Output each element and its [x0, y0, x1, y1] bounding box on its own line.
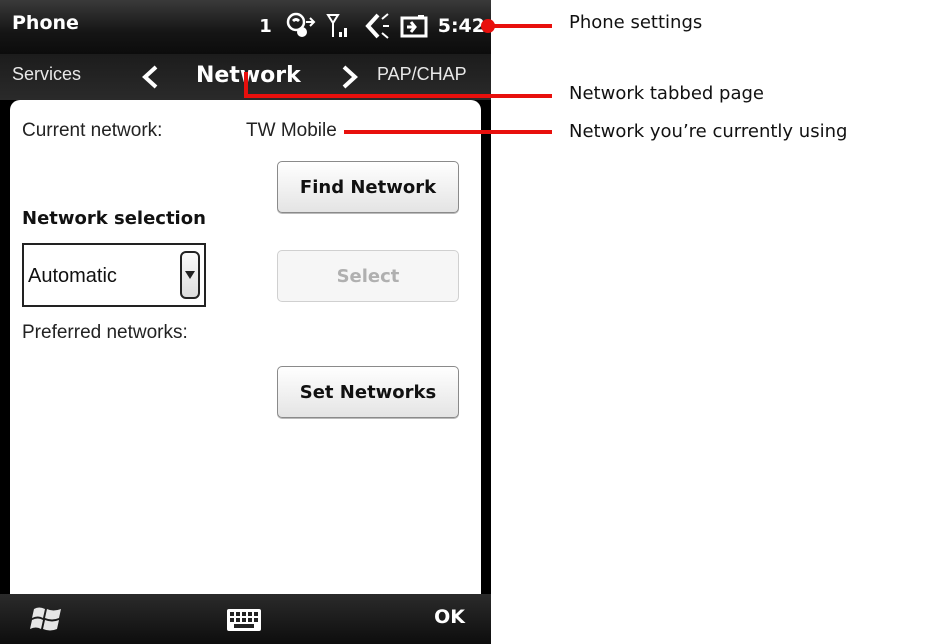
callout-network-tab: Network tabbed page: [569, 83, 764, 104]
app-title: Phone: [12, 12, 79, 34]
clock: 5:42: [437, 15, 485, 37]
tab-pap-chap[interactable]: PAP/CHAP: [377, 64, 467, 85]
ok-button[interactable]: OK: [434, 606, 465, 628]
current-network-label: Current network:: [22, 120, 163, 141]
select-button[interactable]: Select: [277, 250, 459, 302]
dropdown-arrow-icon[interactable]: [180, 251, 200, 299]
phone-forward-icon: [286, 12, 316, 40]
tab-network[interactable]: Network: [196, 63, 301, 88]
callout-line-current-network: [344, 130, 552, 134]
callout-line-network-tab: [244, 94, 552, 98]
softkey-bar: OK: [0, 594, 491, 644]
callout-line-phone-settings: [488, 24, 552, 28]
callout-current-network: Network you’re currently using: [569, 121, 848, 142]
network-selection-heading: Network selection: [22, 208, 206, 229]
chevron-right-icon[interactable]: [340, 64, 360, 94]
callout-line-network-tab-vertical: [244, 72, 248, 96]
status-bar[interactable]: Phone 1 5:42: [0, 0, 491, 54]
volume-icon: [362, 12, 390, 40]
find-network-button[interactable]: Find Network: [277, 161, 459, 213]
notification-count: 1: [259, 15, 272, 37]
status-icons: 1 5:42: [259, 9, 485, 43]
network-selection-dropdown[interactable]: Automatic: [22, 243, 206, 307]
current-network-value: TW Mobile: [246, 120, 337, 141]
chevron-left-icon[interactable]: [140, 64, 160, 94]
callout-phone-settings: Phone settings: [569, 12, 703, 33]
signal-icon: [325, 12, 352, 40]
network-selection-value: Automatic: [28, 265, 117, 287]
preferred-networks-label: Preferred networks:: [22, 322, 188, 343]
set-networks-button[interactable]: Set Networks: [277, 366, 459, 418]
battery-charging-icon: [400, 13, 428, 39]
windows-flag-icon[interactable]: [30, 604, 64, 638]
network-page: Current network: TW Mobile Find Network …: [10, 100, 481, 594]
keyboard-icon[interactable]: [226, 608, 262, 636]
tab-services[interactable]: Services: [12, 64, 81, 85]
